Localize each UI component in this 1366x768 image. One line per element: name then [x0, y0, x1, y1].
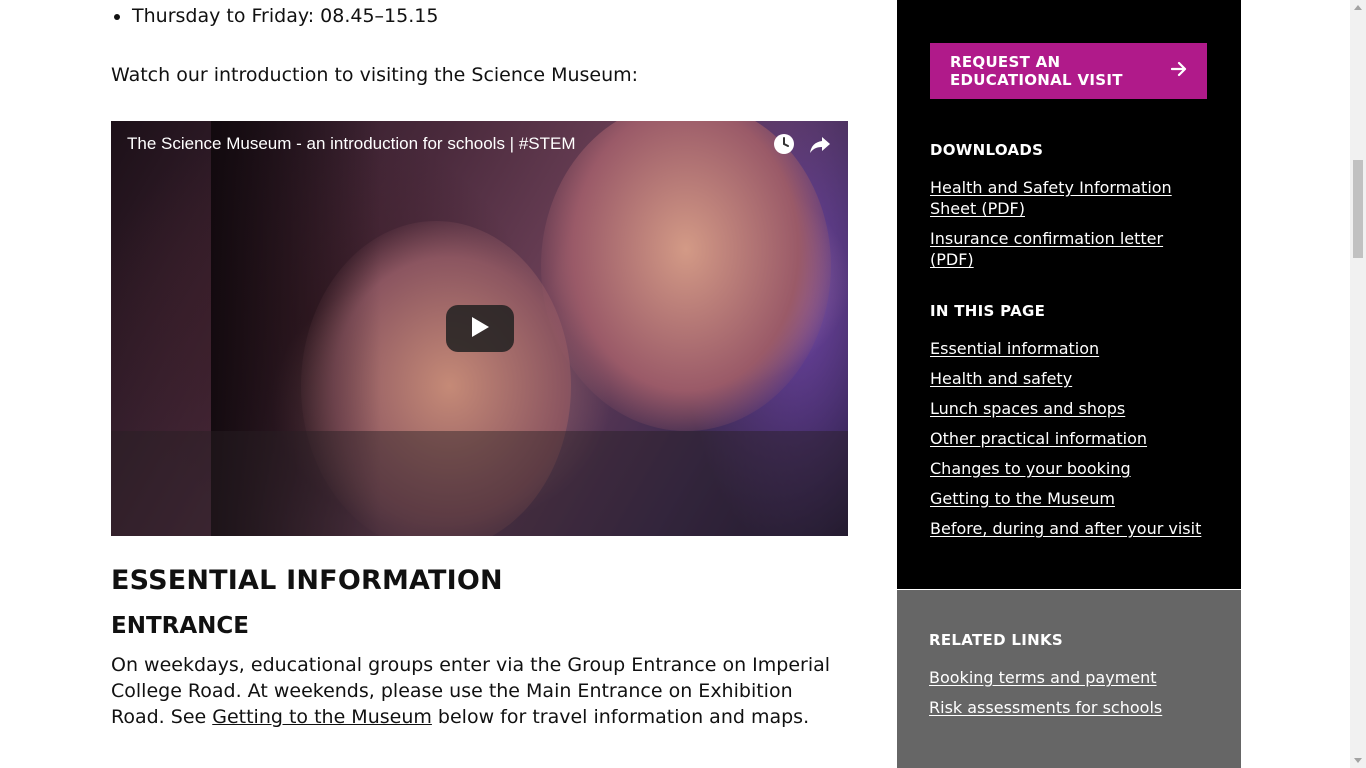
in-page-link-getting-to-museum[interactable]: Getting to the Museum	[930, 489, 1115, 508]
entrance-heading: ENTRANCE	[111, 613, 249, 639]
in-page-link-essential-information[interactable]: Essential information	[930, 339, 1099, 358]
opening-hours-list: Thursday to Friday: 08.45–15.15	[111, 2, 438, 30]
related-links-heading: RELATED LINKS	[929, 631, 1063, 649]
in-page-link-before-during-after[interactable]: Before, during and after your visit	[930, 519, 1201, 538]
in-page-item: Changes to your booking	[930, 458, 1230, 479]
in-page-link-changes-booking[interactable]: Changes to your booking	[930, 459, 1131, 478]
in-page-item: Essential information	[930, 338, 1230, 359]
related-link-item: Risk assessments for schools	[929, 697, 1229, 718]
in-this-page-heading: IN THIS PAGE	[930, 302, 1046, 320]
entrance-text-after: below for travel information and maps.	[431, 706, 810, 728]
opening-hours-item: Thursday to Friday: 08.45–15.15	[132, 2, 438, 30]
play-icon	[470, 316, 490, 342]
essential-information-heading: ESSENTIAL INFORMATION	[111, 565, 503, 596]
downloads-heading: DOWNLOADS	[930, 141, 1044, 159]
video-thumbnail-face	[541, 121, 831, 431]
video-player[interactable]: The Science Museum - an introduction for…	[111, 121, 848, 536]
related-links-list: Booking terms and payment Risk assessmen…	[929, 667, 1229, 718]
video-title[interactable]: The Science Museum - an introduction for…	[127, 133, 576, 155]
download-item: Insurance confirmation letter (PDF)	[930, 228, 1200, 270]
video-top-controls	[772, 132, 832, 160]
related-links-panel: RELATED LINKS Booking terms and payment …	[897, 590, 1241, 768]
arrow-right-icon	[1170, 61, 1187, 81]
in-page-item: Lunch spaces and shops	[930, 398, 1230, 419]
booking-terms-link[interactable]: Booking terms and payment	[929, 668, 1157, 687]
related-link-item: Booking terms and payment	[929, 667, 1229, 688]
in-page-link-other-practical[interactable]: Other practical information	[930, 429, 1147, 448]
in-this-page-list: Essential information Health and safety …	[930, 338, 1230, 539]
health-safety-sheet-link[interactable]: Health and Safety Information Sheet (PDF…	[930, 178, 1172, 218]
downloads-list: Health and Safety Information Sheet (PDF…	[930, 177, 1200, 270]
in-page-link-lunch-spaces[interactable]: Lunch spaces and shops	[930, 399, 1125, 418]
entrance-paragraph: On weekdays, educational groups enter vi…	[111, 652, 848, 730]
risk-assessments-link[interactable]: Risk assessments for schools	[929, 698, 1162, 717]
play-button[interactable]	[446, 305, 514, 352]
in-page-item: Other practical information	[930, 428, 1230, 449]
request-visit-label: REQUEST AN EDUCATIONAL VISIT	[950, 53, 1123, 89]
video-thumbnail-overlay	[111, 431, 848, 536]
getting-to-museum-link[interactable]: Getting to the Museum	[212, 706, 432, 728]
share-icon[interactable]	[808, 132, 832, 160]
page-scrollbar[interactable]	[1350, 0, 1366, 768]
in-page-item: Getting to the Museum	[930, 488, 1230, 509]
scroll-down-arrow-icon[interactable]	[1354, 758, 1362, 763]
watch-later-icon[interactable]	[772, 132, 796, 160]
request-educational-visit-button[interactable]: REQUEST AN EDUCATIONAL VISIT	[930, 43, 1207, 99]
scroll-up-arrow-icon[interactable]	[1354, 5, 1362, 10]
in-page-link-health-and-safety[interactable]: Health and safety	[930, 369, 1072, 388]
in-page-item: Health and safety	[930, 368, 1230, 389]
video-intro-text: Watch our introduction to visiting the S…	[111, 64, 639, 86]
in-page-item: Before, during and after your visit	[930, 518, 1230, 539]
scrollbar-thumb[interactable]	[1353, 160, 1363, 258]
insurance-letter-link[interactable]: Insurance confirmation letter (PDF)	[930, 229, 1163, 269]
sidebar-panel: REQUEST AN EDUCATIONAL VISIT DOWNLOADS H…	[897, 0, 1241, 589]
download-item: Health and Safety Information Sheet (PDF…	[930, 177, 1200, 219]
